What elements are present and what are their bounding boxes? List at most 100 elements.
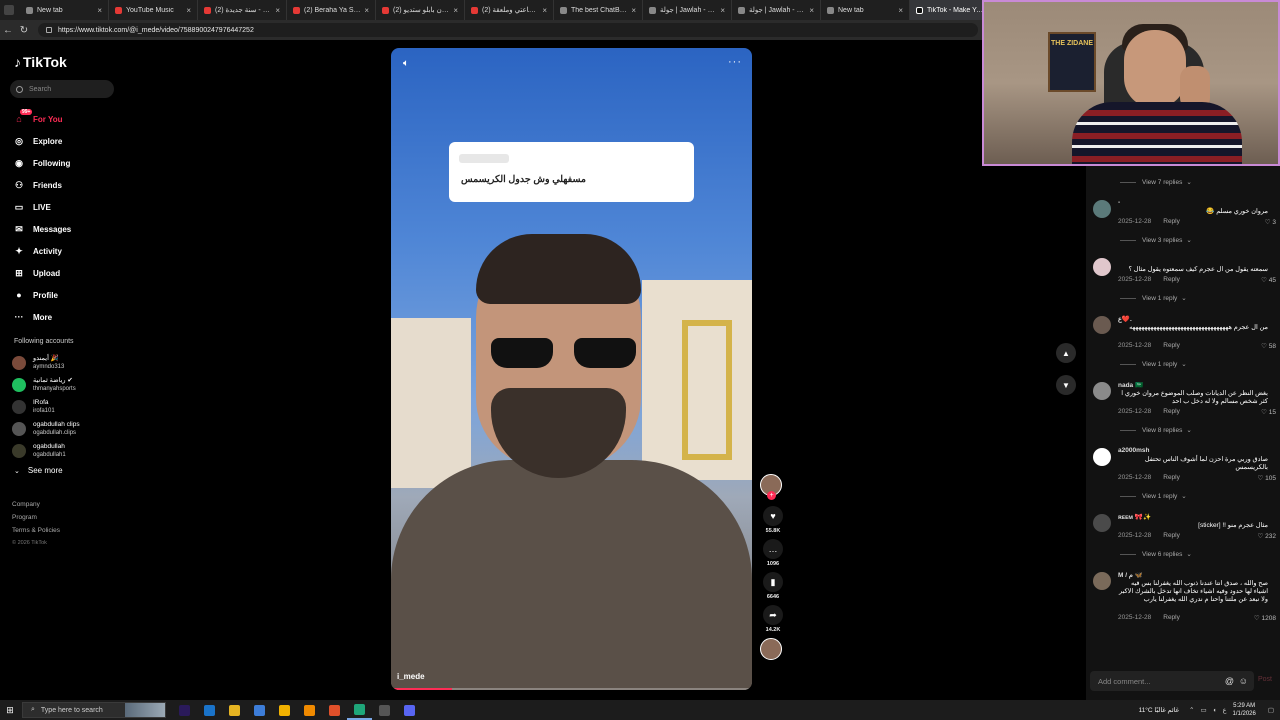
post-button[interactable]: Post [1258,676,1272,683]
app-blue[interactable] [197,700,222,720]
windows-start-icon[interactable]: ⊞ [0,705,20,716]
view-replies-button[interactable]: View 8 replies ⌄ [1120,426,1192,434]
close-tab-icon[interactable]: × [453,6,458,15]
notepad-app[interactable] [247,700,272,720]
view-replies-button[interactable]: View 1 reply ⌄ [1120,492,1187,500]
comment-icon[interactable]: … [763,539,783,559]
file-explorer-app[interactable] [222,700,247,720]
music-disc-avatar[interactable] [760,638,782,660]
sidebar-item-live[interactable]: ▭ LIVE [12,196,122,218]
heart-icon[interactable]: ♥ [763,506,783,526]
next-video-button[interactable]: ▼ [1056,375,1076,395]
edge-app[interactable] [347,700,372,720]
avatar[interactable] [1093,200,1111,218]
following-account[interactable]: رياضة ثمانية ✔ thmanyahsports [12,374,122,396]
browser-tab[interactable]: (2) مروان بابلو ستديو...× [376,0,465,20]
avatar[interactable] [1093,382,1111,400]
share-action[interactable]: ➦ 14.2K [760,605,786,633]
comment-username[interactable]: a2000msh [1118,447,1149,454]
sidebar-item-explore[interactable]: ◎ Explore [12,130,122,152]
avatar[interactable] [1093,316,1111,334]
avatar[interactable] [1093,258,1111,276]
back-icon[interactable]: ← [0,25,16,36]
volume-icon[interactable]: ◖ [1213,707,1217,714]
close-tab-icon[interactable]: × [364,6,369,15]
reply-button[interactable]: Reply [1163,532,1180,539]
previous-video-button[interactable]: ▲ [1056,343,1076,363]
vlc-app[interactable] [297,700,322,720]
close-tab-icon[interactable]: × [186,6,191,15]
comment-username[interactable]: ع❤️. [1118,315,1132,323]
reply-button[interactable]: Reply [1163,474,1180,481]
clock[interactable]: 5:29 AM 1/1/2026 [1232,702,1255,718]
share-icon[interactable]: ➦ [763,605,783,625]
browser-tab[interactable]: جولة | Jawlah - منصة× [643,0,732,20]
view-replies-button[interactable]: View 1 reply ⌄ [1120,294,1187,302]
close-tab-icon[interactable]: × [720,6,725,15]
comment-like[interactable]: ♡ 45 [1261,276,1276,284]
view-replies-button[interactable]: View 6 replies ⌄ [1120,550,1192,558]
sidebar-item-more[interactable]: ··· More [12,306,122,328]
see-more-button[interactable]: ⌄ See more [14,466,63,475]
like-action[interactable]: ♥ 55.8K [760,506,786,534]
avatar[interactable] [1093,514,1111,532]
browser-tab[interactable]: New tab × [20,0,109,20]
browser-tab[interactable]: جولة | Jawlah - منصة× [732,0,821,20]
footer-terms-link[interactable]: Terms & Policies [12,524,60,537]
reply-button[interactable]: Reply [1163,342,1180,349]
close-tab-icon[interactable]: × [809,6,814,15]
reply-button[interactable]: Reply [1163,408,1180,415]
footer-company-link[interactable]: Company [12,498,60,511]
volume-icon[interactable]: 🔈︎ [403,58,409,69]
close-tab-icon[interactable]: × [542,6,547,15]
save-action[interactable]: ▮ 6646 [760,572,786,600]
close-tab-icon[interactable]: × [631,6,636,15]
notification-icon[interactable]: ▢ [1268,706,1274,714]
premiere-app[interactable] [172,700,197,720]
sidebar-item-following[interactable]: ◉ Following [12,152,122,174]
reload-icon[interactable]: ↻ [16,25,32,36]
browser-tab[interactable]: New tab × [821,0,910,20]
tray-chevron-icon[interactable]: ⌃ [1189,706,1194,714]
comment-like[interactable]: ♡ 232 [1258,532,1277,540]
weather-widget[interactable]: 11°C غائم غالبًا [1139,706,1179,714]
author-avatar[interactable]: + [760,474,782,500]
view-replies-button[interactable]: View 3 replies ⌄ [1120,236,1192,244]
following-account[interactable]: IRofa irofa101 [12,396,122,418]
add-comment-input[interactable]: Add comment... @ ☺ [1090,671,1254,691]
tiktok-logo[interactable]: ♪ TikTok [14,54,67,70]
mention-icon[interactable]: @ [1225,676,1234,686]
comment-action[interactable]: … 1096 [760,539,786,567]
view-replies-button[interactable]: View 1 reply ⌄ [1120,360,1187,368]
taskbar-search[interactable]: ⌕ Type here to search [22,702,166,718]
bookmark-icon[interactable]: ▮ [763,572,783,592]
search-input[interactable]: Search [10,80,114,98]
brave-app[interactable] [322,700,347,720]
avatar[interactable] [1093,448,1111,466]
browser-tab[interactable]: (2) سنة جديدة - YouTube× [198,0,287,20]
avatar[interactable] [1093,572,1111,590]
comment-username[interactable]: nada 🇸🇦 [1118,381,1143,389]
browser-tab[interactable]: YouTube Music × [109,0,198,20]
comment-like[interactable]: ♡ 105 [1258,474,1277,482]
comment-like[interactable]: ♡ 3 [1265,218,1276,226]
browser-tab[interactable]: (2) ولدت ساعتي وملعقة× [465,0,554,20]
close-tab-icon[interactable]: × [275,6,280,15]
reply-button[interactable]: Reply [1163,218,1180,225]
comment-username[interactable]: - [1118,199,1120,206]
more-options-icon[interactable]: ··· [728,56,742,68]
discord-app[interactable] [397,700,422,720]
emoji-icon[interactable]: ☺ [1239,676,1248,686]
following-account[interactable]: ogabdullah ogabdullah1 [12,440,122,462]
sidebar-item-messages[interactable]: ✉ 99+ Messages [12,109,122,240]
follow-plus-icon[interactable]: + [767,491,776,500]
following-account[interactable]: أيمندو 🎉 aymndo313 [12,352,122,374]
close-tab-icon[interactable]: × [898,6,903,15]
reply-button[interactable]: Reply [1163,614,1180,621]
sidebar-item-friends[interactable]: ⚇ Friends [12,174,122,196]
comment-username[interactable]: M / م 🦋 [1118,571,1143,579]
network-icon[interactable]: ▭ [1201,706,1207,714]
sidebar-item-upload[interactable]: ⊞ Upload [12,262,122,284]
following-account[interactable]: ogabdullah clips ogabdullah.clips [12,418,122,440]
view-replies-button[interactable]: View 7 replies ⌄ [1120,178,1192,186]
